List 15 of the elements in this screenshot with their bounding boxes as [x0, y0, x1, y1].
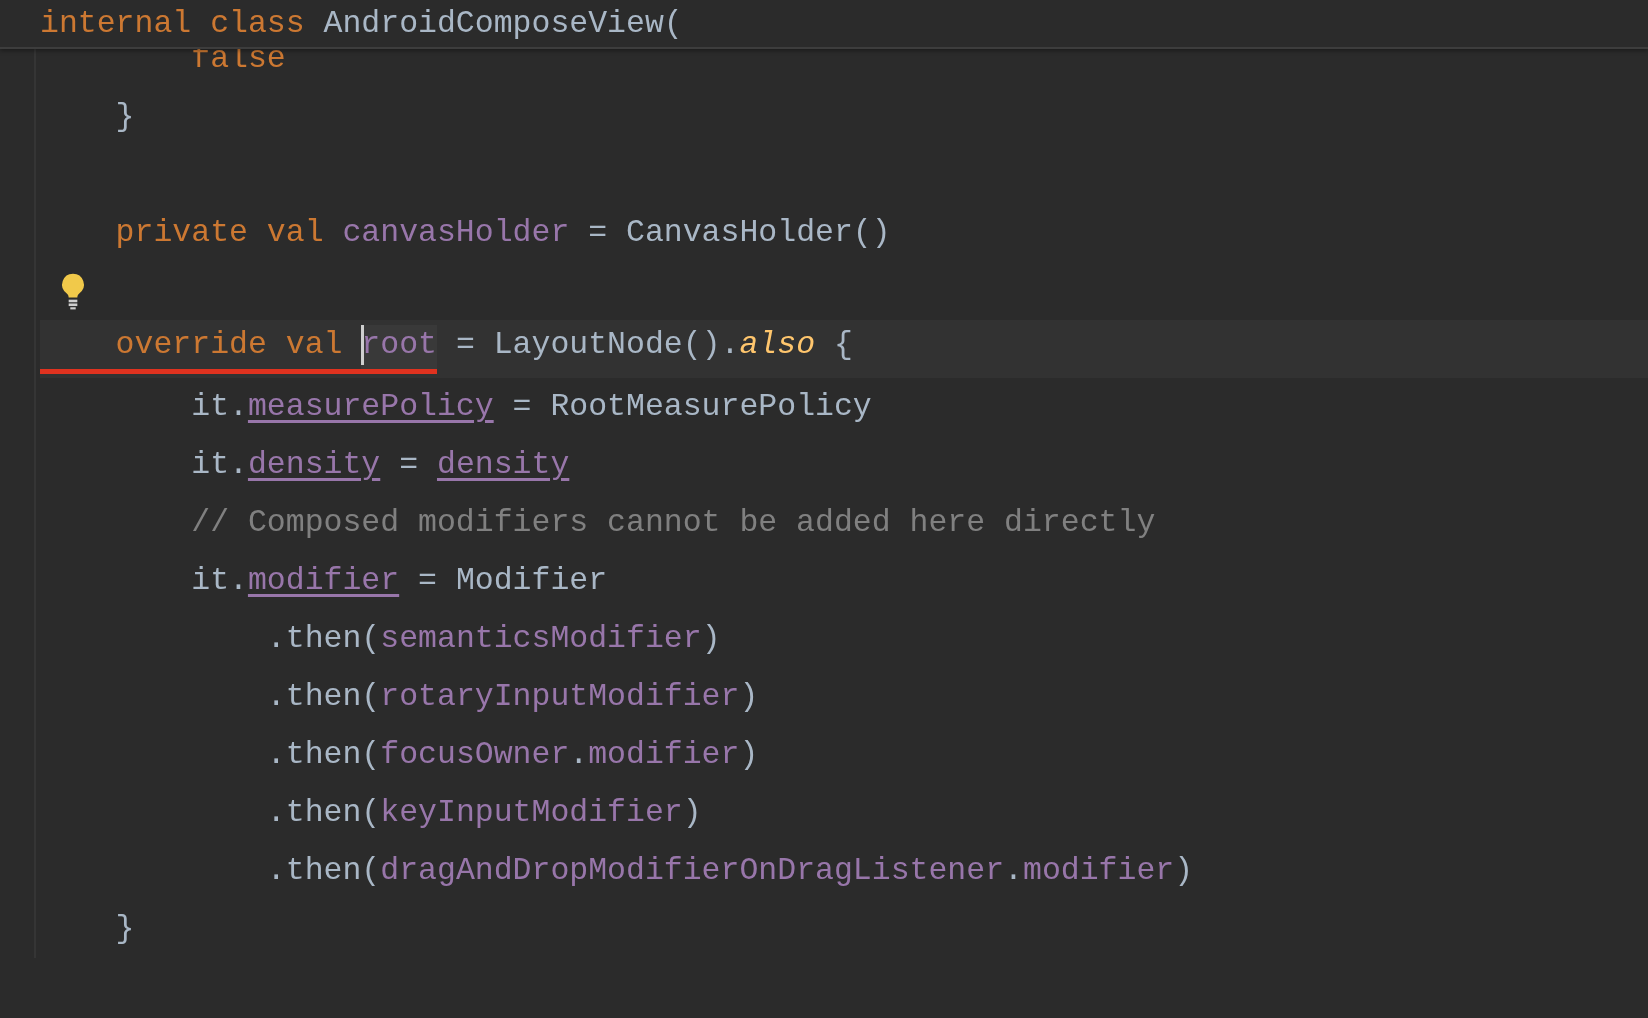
code-line: private val canvasHolder = CanvasHolder() [114, 214, 891, 252]
code-line: internal class AndroidComposeView( [40, 4, 683, 43]
code-line: .then(focusOwner.modifier) [265, 736, 759, 774]
code-line: } [114, 98, 135, 136]
code-line: it.measurePolicy = RootMeasurePolicy [190, 388, 872, 426]
code-line: override val root = LayoutNode().also { [40, 324, 853, 374]
code-line: .then(semanticsModifier) [265, 620, 721, 658]
code-line: // Composed modifiers cannot be added here directly [190, 504, 1156, 542]
lightbulb-icon[interactable] [60, 272, 86, 310]
code-line: } [114, 910, 135, 948]
code-line: it.density = density [190, 446, 570, 484]
code-line: .then(keyInputModifier) [265, 794, 702, 832]
code-line: .then(rotaryInputModifier) [265, 678, 759, 716]
code-line: .then(dragAndDropModifierOnDragListener.modifier) [265, 852, 1194, 890]
code-line: it.modifier = Modifier [190, 562, 608, 600]
